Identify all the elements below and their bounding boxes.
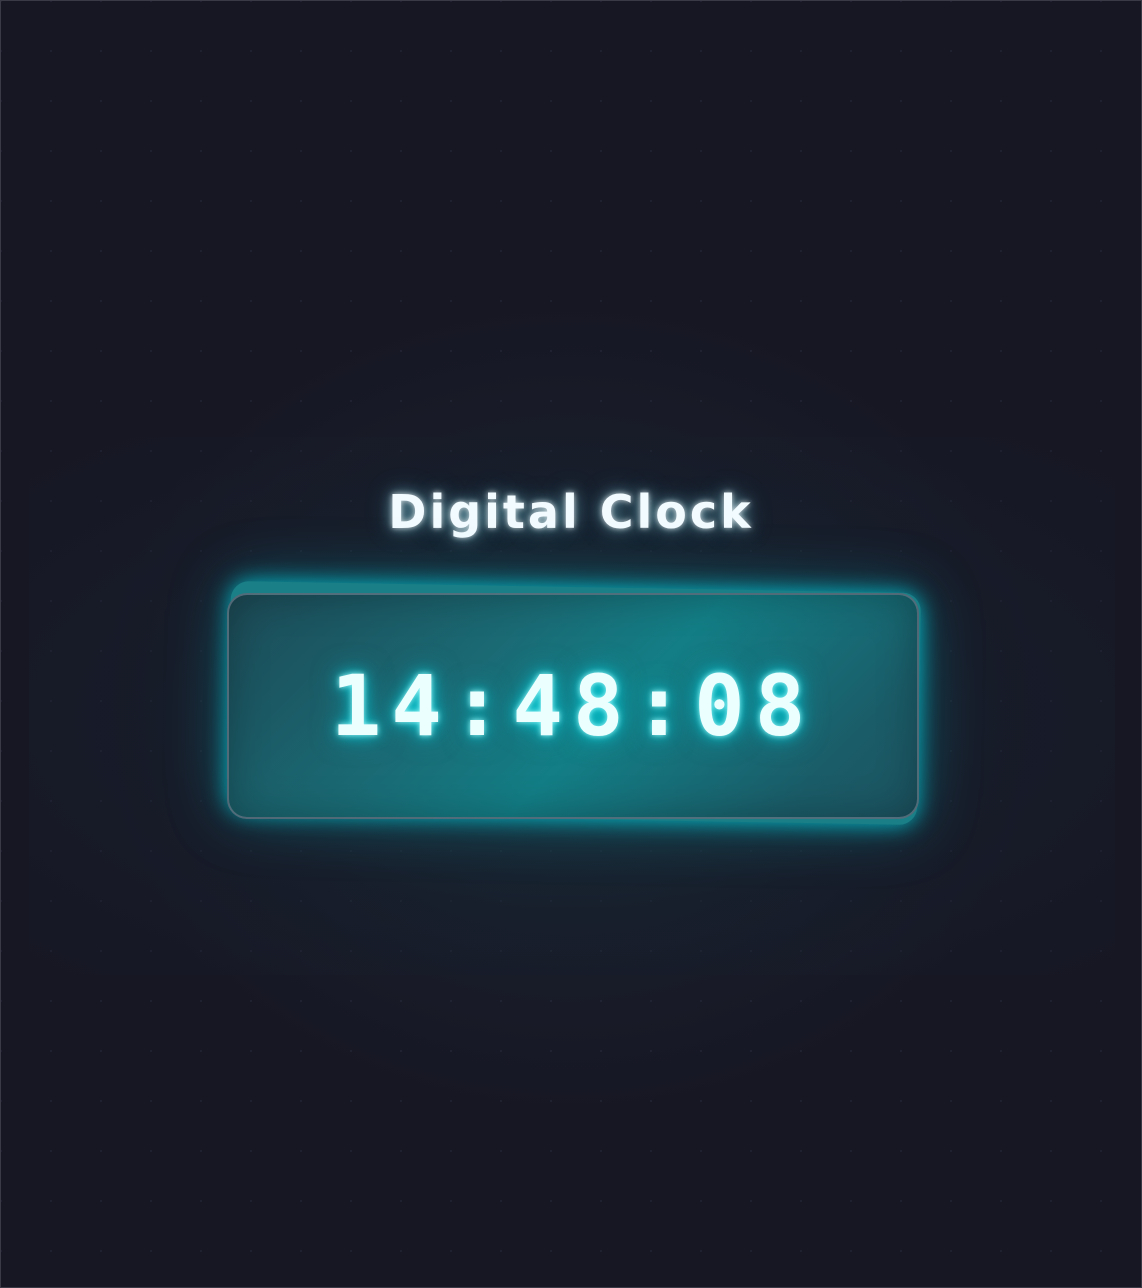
page-background: Digital Clock 14:48:08 <box>0 0 1142 1288</box>
page-title: Digital Clock <box>388 485 754 539</box>
clock-time: 14:48:08 <box>330 657 816 755</box>
clock-display: 14:48:08 <box>227 593 919 819</box>
